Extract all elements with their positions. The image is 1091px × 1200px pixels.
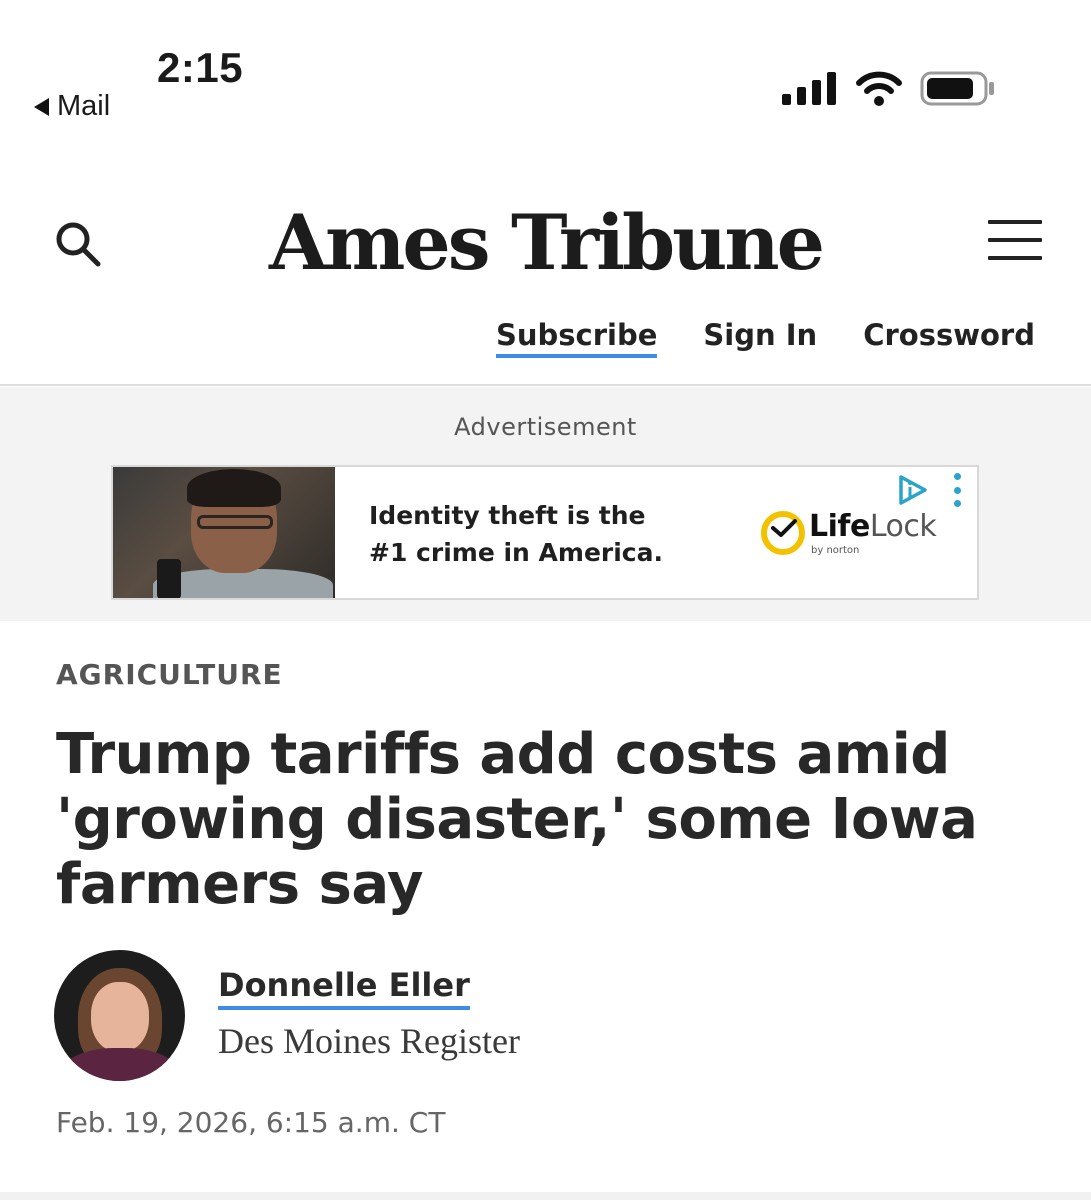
publish-date: Feb. 19, 2026, 6:15 a.m. CT xyxy=(56,1106,446,1139)
hamburger-menu-icon[interactable] xyxy=(988,220,1042,262)
back-arrow-icon xyxy=(34,97,49,116)
status-bar: 2:15 Mail xyxy=(0,0,1091,140)
advertisement-label: Advertisement xyxy=(454,413,637,441)
back-to-mail-button[interactable]: Mail xyxy=(34,90,110,123)
adchoices-icon[interactable] xyxy=(893,473,933,507)
subscribe-link[interactable]: Subscribe xyxy=(496,318,658,358)
ad-photo xyxy=(113,467,335,598)
author-name-link[interactable]: Donnelle Eller xyxy=(218,966,470,1010)
header-links: Subscribe Sign In Crossword xyxy=(496,318,1035,358)
ad-headline-line2: #1 crime in America. xyxy=(369,538,663,567)
ad-brand-life: Life xyxy=(809,509,870,544)
author-avatar[interactable] xyxy=(54,950,185,1081)
ad-brand-lock: Lock xyxy=(869,509,937,544)
ad-headline-line1: Identity theft is the xyxy=(369,501,646,530)
author-organization: Des Moines Register xyxy=(218,1021,520,1061)
crossword-link[interactable]: Crossword xyxy=(863,318,1035,358)
ad-headline: Identity theft is the #1 crime in Americ… xyxy=(369,497,729,571)
wifi-icon xyxy=(856,71,902,106)
battery-icon xyxy=(920,71,994,106)
ad-brand-sub: by norton xyxy=(811,545,860,556)
advertisement-area: Advertisement Identity theft is the #1 c… xyxy=(0,387,1091,621)
bottom-divider xyxy=(0,1192,1091,1200)
site-header: Ames Tribune Subscribe Sign In Crossword xyxy=(0,140,1091,386)
status-time: 2:15 xyxy=(157,44,244,91)
checkmark-icon xyxy=(771,519,797,537)
ad-banner[interactable]: Identity theft is the #1 crime in Americ… xyxy=(111,465,979,600)
lifelock-logo: LifeLock by norton xyxy=(761,507,951,563)
ad-options-icon[interactable] xyxy=(951,473,963,507)
section-label[interactable]: AGRICULTURE xyxy=(56,658,283,691)
site-logo[interactable]: Ames Tribune xyxy=(0,198,1091,287)
article-headline: Trump tariffs add costs amid 'growing di… xyxy=(56,722,978,917)
cellular-signal-icon xyxy=(782,72,836,105)
sign-in-link[interactable]: Sign In xyxy=(703,318,817,358)
back-mail-label: Mail xyxy=(57,90,111,122)
